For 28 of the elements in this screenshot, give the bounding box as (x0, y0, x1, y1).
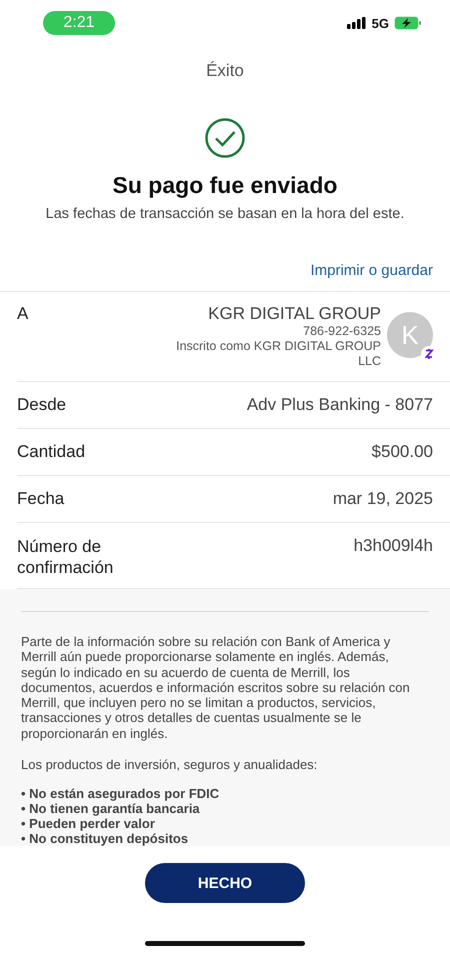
row-label: Número de confirmación (17, 536, 114, 578)
products-intro: Los productos de inversión, seguros y anualidades: (21, 757, 318, 772)
disclosure-bullet: • No están asegurados por FDIC (21, 786, 220, 802)
enrolled-name: Inscrito como KGR DIGITAL GROUP LLC (175, 339, 381, 369)
success-heading: Su pago fue enviado (112, 172, 338, 199)
row-value: h3h009l4h (354, 536, 433, 556)
row-value: Adv Plus Banking - 8077 (246, 395, 433, 415)
recipient-phone: 786-922-6325 (303, 324, 381, 339)
battery-charging-icon (394, 16, 422, 30)
row-label: Fecha (17, 489, 64, 509)
disclosure-bullet: • No tienen garantía bancaria (21, 801, 201, 816)
checkmark-circle-icon (205, 118, 245, 158)
done-button[interactable]: HECHO (145, 863, 305, 903)
signal-icon (346, 17, 367, 29)
page-title: Éxito (206, 61, 244, 81)
recipient-name: KGR DIGITAL GROUP (208, 304, 381, 324)
disclosure-bullet: • No constituyen depósitos (21, 831, 190, 846)
row-label: A (17, 304, 28, 325)
row-label: Desde (17, 395, 66, 415)
clock-time: 2:21 (43, 11, 115, 35)
row-value: mar 19, 2025 (332, 489, 433, 509)
network-label: 5G (372, 16, 389, 30)
print-save-link[interactable]: Imprimir o guardar (310, 262, 433, 279)
disclosure-bullet: • Pueden perder valor (21, 816, 156, 832)
disclosure-text: Parte de la información sobre su relación con Bank of America y Merrill aún puede proporcionarse solamente en inglés. Además, según lo indicado en su acuerdo de cuenta de Merrill, los documentos, acuerdos e información escritos sobre su relación con Merrill, que incluyen pero no se limitan a productos, servicios, transacciones y otros detalles de cuentas usualmente se le proporcionarán en inglés. (21, 634, 411, 742)
timezone-note: Las fechas de transacción se basan en la hora del este. (46, 206, 404, 222)
row-value: $500.00 (372, 442, 433, 462)
row-label: Cantidad (17, 442, 86, 462)
